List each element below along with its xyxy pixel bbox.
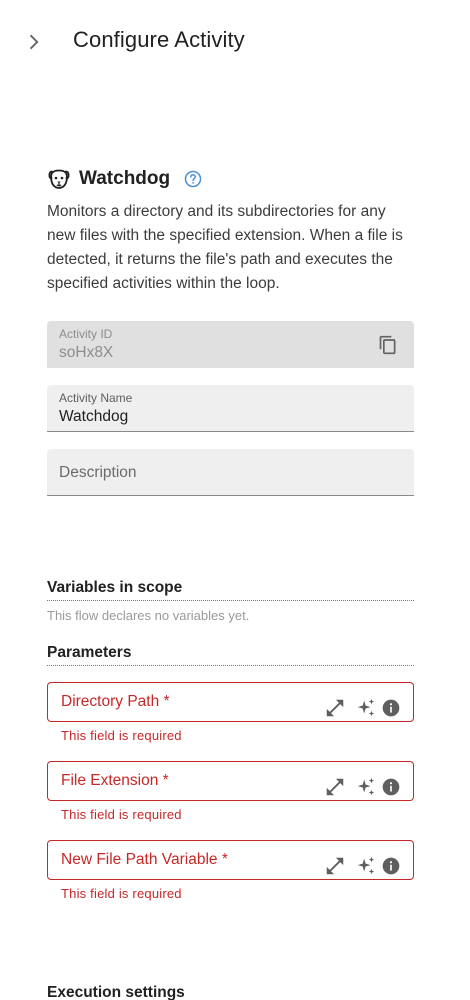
chevron-right-icon[interactable] bbox=[22, 30, 44, 54]
activity-name-label: Activity Name bbox=[59, 391, 133, 405]
activity-title: Watchdog bbox=[79, 168, 171, 189]
expand-icon[interactable] bbox=[324, 776, 346, 798]
no-variables-text: This flow declares no variables yet. bbox=[47, 608, 250, 623]
variables-section-title: Variables in scope bbox=[47, 579, 414, 601]
panel-header: Configure Activity bbox=[0, 0, 470, 84]
directory-path-label: Directory Path * bbox=[61, 693, 170, 710]
description-field[interactable]: Description bbox=[47, 449, 414, 496]
sparkle-icon[interactable] bbox=[355, 855, 377, 877]
sparkle-icon[interactable] bbox=[355, 697, 377, 719]
copy-icon[interactable] bbox=[378, 335, 398, 355]
dog-icon bbox=[48, 169, 70, 189]
info-icon[interactable] bbox=[381, 856, 401, 876]
activity-description: Monitors a directory and its subdirector… bbox=[47, 203, 403, 292]
directory-path-actions bbox=[324, 697, 401, 719]
file-extension-actions bbox=[324, 776, 401, 798]
activity-id-label: Activity ID bbox=[59, 327, 113, 341]
directory-path-field[interactable]: Directory Path * bbox=[47, 682, 414, 722]
expand-icon[interactable] bbox=[324, 697, 346, 719]
new-file-path-variable-error: This field is required bbox=[61, 886, 182, 901]
new-file-path-variable-field[interactable]: New File Path Variable * bbox=[47, 840, 414, 880]
sparkle-icon[interactable] bbox=[355, 776, 377, 798]
help-icon[interactable] bbox=[184, 170, 202, 188]
activity-name-value[interactable]: Watchdog bbox=[59, 408, 128, 426]
directory-path-error: This field is required bbox=[61, 728, 182, 743]
info-icon[interactable] bbox=[381, 698, 401, 718]
activity-id-field: Activity ID soHx8X bbox=[47, 321, 414, 368]
configure-activity-panel: Configure Activity Watchdog Monitors a d… bbox=[0, 0, 470, 1000]
parameters-section-title: Parameters bbox=[47, 644, 414, 666]
description-placeholder: Description bbox=[59, 464, 137, 481]
expand-icon[interactable] bbox=[324, 855, 346, 877]
activity-id-value: soHx8X bbox=[59, 344, 114, 361]
file-extension-error: This field is required bbox=[61, 807, 182, 822]
new-file-path-variable-label: New File Path Variable * bbox=[61, 851, 228, 868]
new-file-path-variable-actions bbox=[324, 855, 401, 877]
execution-settings-title: Execution settings bbox=[47, 984, 185, 1000]
activity-name-field[interactable]: Activity Name Watchdog bbox=[47, 385, 414, 432]
page-title: Configure Activity bbox=[73, 27, 245, 52]
info-icon[interactable] bbox=[381, 777, 401, 797]
activity-heading: Watchdog bbox=[47, 164, 202, 194]
file-extension-label: File Extension * bbox=[61, 772, 169, 789]
file-extension-field[interactable]: File Extension * bbox=[47, 761, 414, 801]
